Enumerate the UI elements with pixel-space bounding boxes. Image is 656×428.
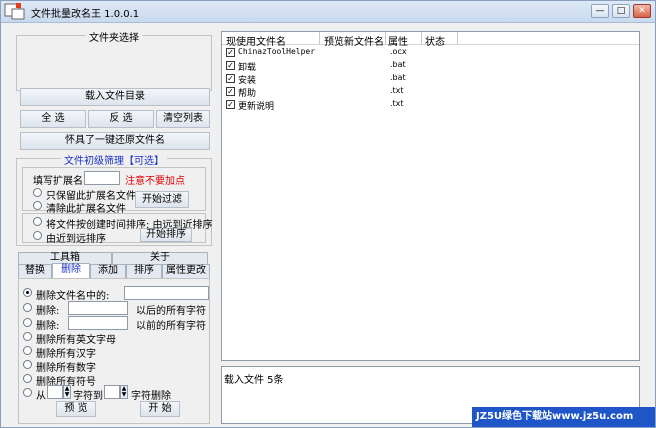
row-name: 更新说明 <box>238 102 275 112</box>
window-title: 文件批量改名王 1.0.0.1 <box>31 9 140 20</box>
file-list[interactable]: 现使用文件名 预览新文件名 属性 状态 ✓ ChinazToolHelper .… <box>221 31 640 361</box>
col-current-name[interactable]: 现使用文件名 <box>226 33 286 48</box>
delete-hanzi-label: 删除所有汉字 <box>36 349 96 360</box>
delete-after-suffix: 以后的所有字符 <box>136 306 206 317</box>
ext-label: 填写扩展名: <box>33 176 87 187</box>
table-row[interactable]: ✓ 安装 .bat <box>222 73 639 86</box>
row-attr: .bat <box>390 73 406 82</box>
range-start-spinner[interactable]: ▲ ▼ <box>63 385 71 399</box>
tab-add[interactable]: 添加 <box>90 264 126 278</box>
delete-after-input[interactable] <box>68 301 128 315</box>
titlebar: 文件批量改名王 1.0.0.1 — □ ✕ <box>1 1 655 23</box>
table-row[interactable]: ✓ 帮助 .txt <box>222 86 639 99</box>
app-icon <box>4 3 25 20</box>
row-checkbox[interactable]: ✓ <box>226 74 235 83</box>
col-status[interactable]: 状态 <box>425 33 445 48</box>
tab-replace[interactable]: 替换 <box>18 264 52 278</box>
sort-far-radio[interactable] <box>33 217 42 226</box>
row-name: ChinazToolHelper <box>238 47 316 56</box>
log-text: 载入文件 5条 <box>224 375 284 386</box>
delete-range-radio[interactable] <box>23 388 32 397</box>
sort-near-label: 由近到远排序 <box>46 234 106 245</box>
range-end-input[interactable] <box>104 385 120 399</box>
preview-button[interactable]: 预 览 <box>56 401 96 417</box>
remove-ext-radio[interactable] <box>33 201 42 210</box>
start-sort-button[interactable]: 开始排序 <box>140 228 192 242</box>
row-checkbox[interactable]: ✓ <box>226 100 235 109</box>
col-preview-name[interactable]: 预览新文件名 <box>324 33 384 48</box>
close-button[interactable]: ✕ <box>633 4 651 18</box>
range-start-input[interactable] <box>47 385 63 399</box>
delete-letters-label: 删除所有英文字母 <box>36 335 116 346</box>
sort-near-radio[interactable] <box>33 231 42 240</box>
start-filter-button[interactable]: 开始过滤 <box>135 191 189 208</box>
clear-list-button[interactable]: 清空列表 <box>156 110 210 128</box>
minimize-button[interactable]: — <box>591 4 609 18</box>
app-window: 文件批量改名王 1.0.0.1 — □ ✕ 文件夹选择 载入文件目录 全 选 反… <box>0 0 656 428</box>
restore-names-button[interactable]: 怀具了一键还原文件名 <box>20 132 210 150</box>
delete-digits-radio[interactable] <box>23 360 32 369</box>
invert-select-button[interactable]: 反 选 <box>88 110 154 128</box>
tab-sort[interactable]: 排序 <box>126 264 162 278</box>
delete-before-input[interactable] <box>68 316 128 330</box>
ext-input[interactable] <box>84 171 120 185</box>
table-row[interactable]: ✓ 卸载 .bat <box>222 60 639 73</box>
delete-range-suffix: 字符删除 <box>131 391 171 402</box>
row-attr: .txt <box>390 86 404 95</box>
delete-chars-input[interactable] <box>124 286 209 300</box>
ext-note: 注意不要加点 <box>125 176 185 187</box>
delete-hanzi-radio[interactable] <box>23 346 32 355</box>
delete-before-label: 删除: <box>36 321 60 332</box>
table-row[interactable]: ✓ ChinazToolHelper .ocx <box>222 47 639 59</box>
col-attr[interactable]: 属性 <box>388 33 408 48</box>
delete-symbols-radio[interactable] <box>23 374 32 383</box>
row-name: 安装 <box>238 76 257 86</box>
row-checkbox[interactable]: ✓ <box>226 61 235 70</box>
delete-before-suffix: 以前的所有字符 <box>136 321 206 332</box>
delete-after-radio[interactable] <box>23 303 32 312</box>
delete-letters-radio[interactable] <box>23 332 32 341</box>
start-button[interactable]: 开 始 <box>140 401 180 417</box>
delete-before-radio[interactable] <box>23 318 32 327</box>
row-attr: .ocx <box>390 47 407 56</box>
folder-select-legend: 文件夹选择 <box>86 33 142 44</box>
watermark: JZ5U绿色下载站www.jz5u.com <box>472 407 655 427</box>
left-panel: 文件夹选择 载入文件目录 全 选 反 选 清空列表 怀具了一键还原文件名 文件初… <box>16 26 214 426</box>
row-checkbox[interactable]: ✓ <box>226 48 235 57</box>
delete-digits-label: 删除所有数字 <box>36 363 96 374</box>
keep-ext-radio[interactable] <box>33 188 42 197</box>
tab-about[interactable]: 关于 <box>112 252 208 264</box>
row-name: 卸载 <box>238 63 257 73</box>
row-checkbox[interactable]: ✓ <box>226 87 235 96</box>
right-panel: 现使用文件名 预览新文件名 属性 状态 ✓ ChinazToolHelper .… <box>221 31 640 424</box>
tab-delete[interactable]: 删除 <box>52 263 90 278</box>
delete-chars-radio[interactable] <box>23 288 32 297</box>
filter-legend: 文件初级筛理【可选】 <box>61 156 167 167</box>
delete-chars-label: 删除文件名中的: <box>36 291 110 302</box>
maximize-button[interactable]: □ <box>612 4 630 18</box>
row-attr: .bat <box>390 60 406 69</box>
delete-after-label: 删除: <box>36 306 60 317</box>
select-all-button[interactable]: 全 选 <box>20 110 86 128</box>
table-row[interactable]: ✓ 更新说明 .txt <box>222 99 639 112</box>
delete-range-to: 字符到 <box>73 391 103 402</box>
range-end-spinner[interactable]: ▲ ▼ <box>120 385 128 399</box>
window-controls: — □ ✕ <box>591 4 651 18</box>
load-dir-button[interactable]: 载入文件目录 <box>20 88 210 106</box>
row-name: 帮助 <box>238 89 257 99</box>
folder-select-group: 文件夹选择 <box>16 33 212 91</box>
tab-attributes[interactable]: 属性更改 <box>162 264 210 278</box>
delete-range-from: 从 <box>36 391 46 402</box>
file-list-header: 现使用文件名 预览新文件名 属性 状态 <box>222 32 639 48</box>
row-attr: .txt <box>390 99 404 108</box>
